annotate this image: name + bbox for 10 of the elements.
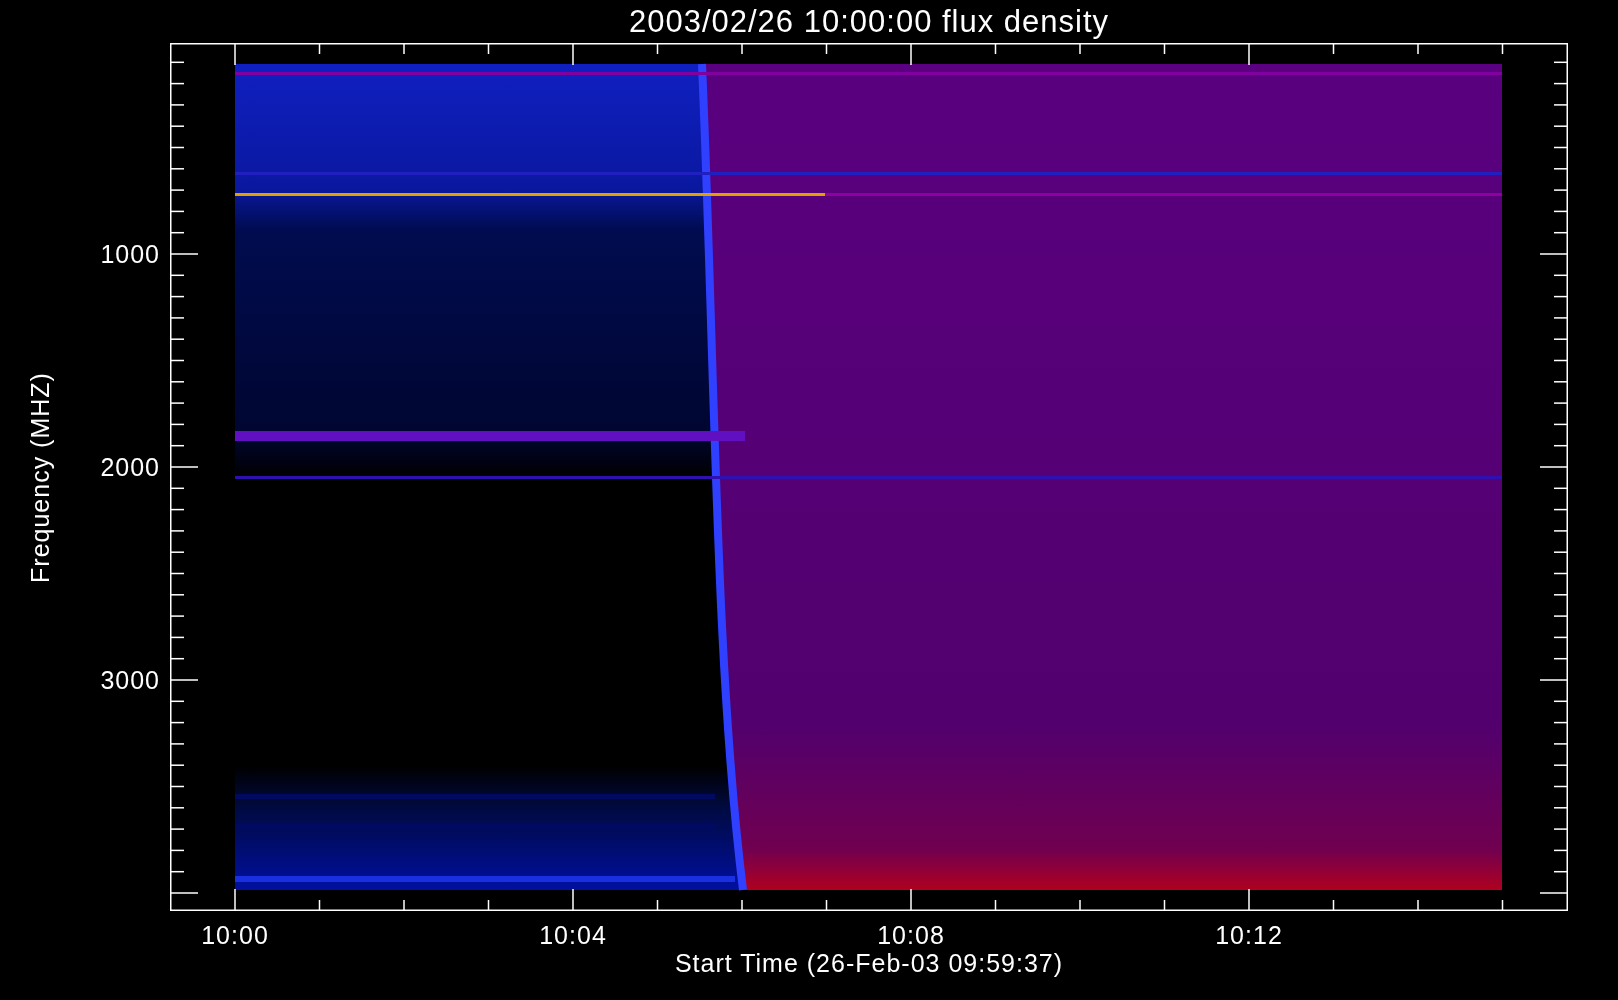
y-tick-label: 1000 <box>100 239 160 269</box>
chart-title: 2003/02/26 10:00:00 flux density <box>628 3 1110 40</box>
y-axis-label: Frequency (MHZ) <box>25 371 55 583</box>
y-tick-label: 2000 <box>100 452 160 482</box>
x-axis-label: Start Time (26-Feb-03 09:59:37) <box>674 949 1064 978</box>
x-tick-label: 10:12 <box>1215 921 1283 950</box>
x-tick-label: 10:04 <box>539 921 607 950</box>
x-tick-label: 10:08 <box>877 921 945 950</box>
y-tick-label: 3000 <box>100 665 160 695</box>
x-tick-label: 10:00 <box>201 921 269 950</box>
